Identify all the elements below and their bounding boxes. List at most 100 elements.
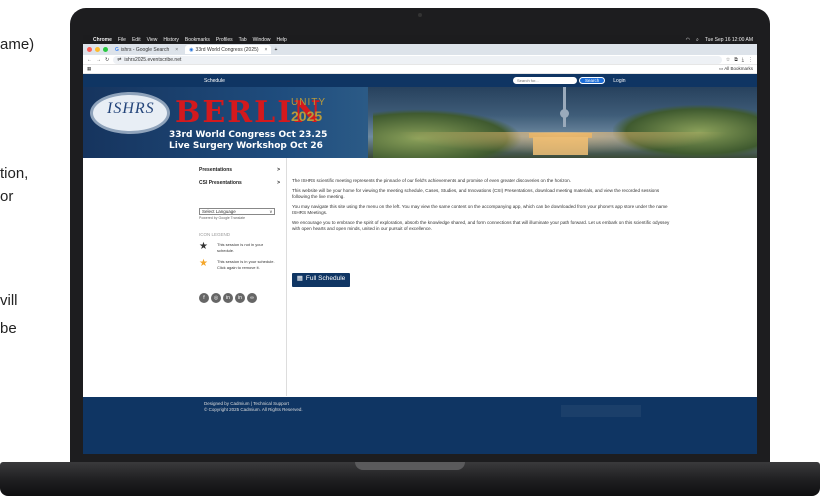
more-menu-icon[interactable]: ⋮ <box>748 57 753 63</box>
footer-watermark <box>561 405 641 417</box>
new-tab-button[interactable]: + <box>274 47 277 53</box>
tab-label: 33rd World Congress (2025) <box>195 46 259 53</box>
social-links: f ◎ in in ∞ <box>199 293 286 303</box>
close-window-icon[interactable] <box>87 47 92 52</box>
footer: Designed by Cadmium | Technical Support … <box>83 397 757 454</box>
search-icon[interactable]: ⌕ <box>696 37 699 43</box>
menu-item[interactable]: Help <box>276 37 286 43</box>
sidebar-item-presentations[interactable]: Presentations > <box>199 163 286 176</box>
congress-title: 33rd World Congress Oct 23.25 Live Surge… <box>169 130 327 152</box>
extensions-icon[interactable]: ⧉ <box>734 57 738 63</box>
menu-item[interactable]: Edit <box>132 37 141 43</box>
sidebar-item-label: Presentations <box>199 166 233 173</box>
congress-line: 33rd World Congress Oct 23.25 <box>169 130 328 140</box>
tab-close-icon[interactable]: × <box>175 47 178 53</box>
tab-google-search[interactable]: G ishrs - Google Search × <box>111 45 182 54</box>
site-info-icon[interactable]: ⇌ <box>117 57 121 63</box>
bookmarks-bar: ▦ ▭ All Bookmarks <box>83 65 757 74</box>
icon-legend-title: ICON LEGEND <box>199 232 231 237</box>
menu-item[interactable]: Tab <box>239 37 247 43</box>
site-icon: ◉ <box>189 46 194 53</box>
site-nav: Schedule Search Login <box>83 74 757 87</box>
year-label: 2025 <box>291 108 323 124</box>
side-text-line: ame) <box>0 36 35 53</box>
street-glow <box>368 132 757 158</box>
tab-label: ishrs - Google Search <box>120 46 170 53</box>
url-field[interactable]: ⇌ ishrs2025.eventscribe.net <box>113 55 722 64</box>
powered-by-google: Powered by Google Translate <box>199 216 246 220</box>
language-select[interactable]: Select Language v <box>199 208 275 215</box>
footer-line: © Copyright 2025 Cadmium. All Rights Res… <box>204 407 303 412</box>
language-select-value: Select Language <box>202 209 236 214</box>
sidebar-item-csi-presentations[interactable]: CSI Presentations > <box>199 176 286 189</box>
menu-item[interactable]: History <box>163 37 179 43</box>
legend-text: This session is in your schedule. Click … <box>217 259 275 270</box>
address-bar: ← → ↻ ⇌ ishrs2025.eventscribe.net ☆ ⧉ ⤓ … <box>83 55 757 65</box>
search-group: Search Login <box>513 77 626 84</box>
intro-paragraph: You may navigate this site using the men… <box>292 203 668 216</box>
maximize-window-icon[interactable] <box>103 47 108 52</box>
chevron-right-icon: > <box>277 166 280 173</box>
login-link[interactable]: Login <box>613 78 625 84</box>
url-text: ishrs2025.eventscribe.net <box>124 56 182 63</box>
instagram-icon[interactable]: ◎ <box>211 293 221 303</box>
tab-close-icon[interactable]: × <box>265 47 268 53</box>
forward-icon[interactable]: → <box>96 57 101 63</box>
side-text-line: vill <box>0 292 18 309</box>
side-text-line: be <box>0 320 17 337</box>
search-input[interactable] <box>513 77 577 84</box>
link-icon[interactable]: ∞ <box>247 293 257 303</box>
full-schedule-label: Full Schedule <box>305 275 346 283</box>
all-bookmarks[interactable]: ▭ All Bookmarks <box>719 66 753 72</box>
minimize-window-icon[interactable] <box>95 47 100 52</box>
google-icon: G <box>115 46 119 53</box>
full-schedule-button[interactable]: ▦ Full Schedule <box>292 272 350 287</box>
reload-icon[interactable]: ↻ <box>105 57 109 63</box>
bookmark-star-icon[interactable]: ☆ <box>726 57 730 63</box>
legend-row: ★ This session is in your schedule. Clic… <box>199 259 286 271</box>
search-button[interactable]: Search <box>579 77 606 84</box>
stage: ame) tion, or vill be Chrome File Edit V… <box>0 0 820 501</box>
macos-menubar: Chrome File Edit View History Bookmarks … <box>83 35 757 44</box>
menu-item[interactable]: Chrome <box>93 37 112 43</box>
side-text-line: tion, <box>0 165 29 182</box>
calendar-icon: ▦ <box>296 275 303 283</box>
legend-row: ★ This session is not in your schedule. <box>199 242 286 254</box>
workshop-line: Live Surgery Workshop Oct 26 <box>169 141 323 151</box>
sidebar-item-label: CSI Presentations <box>199 179 242 186</box>
wifi-icon[interactable]: ◠ <box>686 37 690 43</box>
menu-item[interactable]: Bookmarks <box>185 37 210 43</box>
clock[interactable]: Tue Sep 16 12:00 AM <box>705 37 753 43</box>
tv-tower-sphere <box>560 109 569 118</box>
menu-item[interactable]: Window <box>253 37 271 43</box>
side-text-line: or <box>0 188 14 205</box>
chevron-down-icon: v <box>269 209 272 214</box>
camera-icon <box>418 13 422 17</box>
menu-item[interactable]: View <box>147 37 158 43</box>
tv-tower <box>563 87 566 127</box>
download-icon[interactable]: ⤓ <box>742 57 744 63</box>
intro-paragraph: The ISHRS scientific meeting represents … <box>292 178 571 183</box>
menu-item[interactable]: Profiles <box>216 37 233 43</box>
facebook-icon[interactable]: f <box>199 293 209 303</box>
screen: Chrome File Edit View History Bookmarks … <box>83 35 757 454</box>
nav-schedule[interactable]: Schedule <box>204 78 225 84</box>
page-content: Presentations > CSI Presentations > Sele… <box>83 158 757 396</box>
intro-paragraph: This website will be your home for viewi… <box>292 187 660 200</box>
linkedin-icon[interactable]: in <box>223 293 233 303</box>
all-bookmarks-label: All Bookmarks <box>724 66 753 71</box>
menu-item[interactable]: File <box>118 37 126 43</box>
tab-strip: G ishrs - Google Search × ◉ 33rd World C… <box>83 44 757 55</box>
linkedin-icon[interactable]: in <box>235 293 245 303</box>
laptop-notch <box>355 462 465 470</box>
tab-world-congress[interactable]: ◉ 33rd World Congress (2025) × <box>185 45 272 54</box>
sidebar: Presentations > CSI Presentations > Sele… <box>83 158 286 396</box>
ishrs-logo-text: ISHRS <box>107 100 155 117</box>
main-content: The ISHRS scientific meeting represents … <box>287 158 757 396</box>
star-icon: ★ <box>199 241 208 252</box>
back-icon[interactable]: ← <box>87 57 92 63</box>
apps-grid-icon[interactable]: ▦ <box>87 66 91 72</box>
chevron-right-icon: > <box>277 179 280 186</box>
unity-label: UNITY <box>291 97 326 108</box>
legend-text: This session is not in your schedule. <box>217 242 264 253</box>
